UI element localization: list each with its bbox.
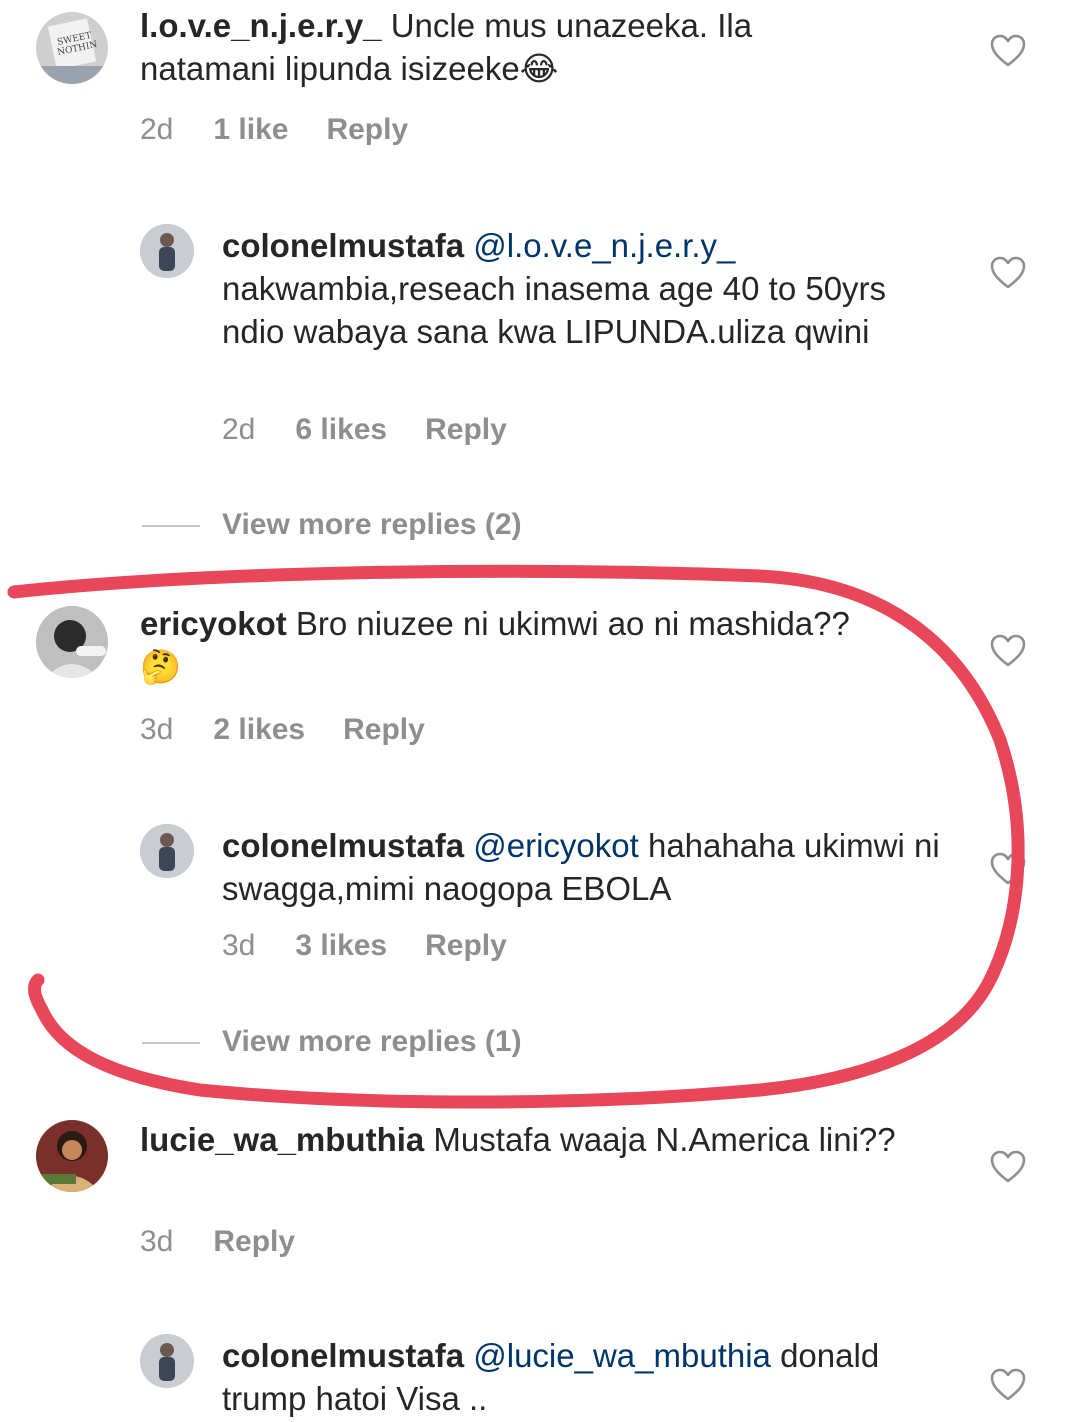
comment-body: lucie_wa_mbuthia Mustafa waaja N.America… xyxy=(140,1118,900,1161)
avatar[interactable] xyxy=(140,824,194,878)
mention-link[interactable]: @lucie_wa_mbuthia xyxy=(473,1337,771,1374)
view-more-replies-button[interactable]: View more replies (2) xyxy=(222,507,522,543)
comment-meta: 3d Reply xyxy=(140,1224,333,1260)
comment-username[interactable]: colonelmustafa xyxy=(222,827,464,864)
comment-meta: 3d 3 likes Reply xyxy=(222,928,545,964)
comment-timestamp: 2d xyxy=(140,113,174,146)
comment-meta: 2d 1 like Reply xyxy=(140,112,446,148)
avatar[interactable] xyxy=(140,1334,194,1388)
comment-body: l.o.v.e_n.j.e.r.y_ Uncle mus unazeeka. I… xyxy=(140,4,860,90)
heart-outline-icon[interactable] xyxy=(990,1368,1026,1402)
like-count[interactable]: 2 likes xyxy=(213,713,305,746)
comment-body: ericyokot Bro niuzee ni ukimwi ao ni mas… xyxy=(140,602,860,688)
divider-line xyxy=(142,525,200,527)
reply-button[interactable]: Reply xyxy=(343,713,425,746)
comment-username[interactable]: l.o.v.e_n.j.e.r.y_ xyxy=(140,7,382,44)
divider-line xyxy=(142,1042,200,1044)
avatar[interactable]: SWEET NOTHIN xyxy=(36,12,108,84)
heart-outline-icon[interactable] xyxy=(990,1150,1026,1184)
comment-body: colonelmustafa @l.o.v.e_n.j.e.r.y_ nakwa… xyxy=(222,224,942,353)
avatar[interactable] xyxy=(36,1120,108,1192)
mention-link[interactable]: @l.o.v.e_n.j.e.r.y_ xyxy=(473,227,735,264)
comment-username[interactable]: ericyokot xyxy=(140,605,287,642)
avatar[interactable] xyxy=(140,224,194,278)
like-count[interactable]: 6 likes xyxy=(295,413,387,446)
reply-button[interactable]: Reply xyxy=(425,929,507,962)
comment-body: colonelmustafa @ericyokot hahahaha ukimw… xyxy=(222,824,942,910)
comment-body: colonelmustafa @lucie_wa_mbuthia donald … xyxy=(222,1334,942,1420)
heart-outline-icon[interactable] xyxy=(990,852,1026,886)
reply-button[interactable]: Reply xyxy=(213,1225,295,1258)
comment-timestamp: 3d xyxy=(140,1225,174,1258)
comment-username[interactable]: lucie_wa_mbuthia xyxy=(140,1121,424,1158)
reply-button[interactable]: Reply xyxy=(425,413,507,446)
comment-meta: 2d 6 likes Reply xyxy=(222,412,545,448)
highlight-annotation xyxy=(7,564,1025,1109)
comment-username[interactable]: colonelmustafa xyxy=(222,227,464,264)
comment-text: Mustafa waaja N.America lini?? xyxy=(424,1121,896,1158)
like-count[interactable]: 3 likes xyxy=(295,929,387,962)
comment-timestamp: 3d xyxy=(222,929,256,962)
reply-button[interactable]: Reply xyxy=(326,113,408,146)
comment-timestamp: 2d xyxy=(222,413,256,446)
view-more-replies-button[interactable]: View more replies (1) xyxy=(222,1024,522,1060)
comment-meta: 3d 2 likes Reply xyxy=(140,712,463,748)
heart-outline-icon[interactable] xyxy=(990,256,1026,290)
heart-outline-icon[interactable] xyxy=(990,34,1026,68)
comment-username[interactable]: colonelmustafa xyxy=(222,1337,464,1374)
comment-text: nakwambia,reseach inasema age 40 to 50yr… xyxy=(222,270,887,350)
like-count[interactable]: 1 like xyxy=(213,113,288,146)
mention-link[interactable]: @ericyokot xyxy=(473,827,639,864)
heart-outline-icon[interactable] xyxy=(990,634,1026,668)
avatar[interactable] xyxy=(36,606,108,678)
comment-timestamp: 3d xyxy=(140,713,174,746)
